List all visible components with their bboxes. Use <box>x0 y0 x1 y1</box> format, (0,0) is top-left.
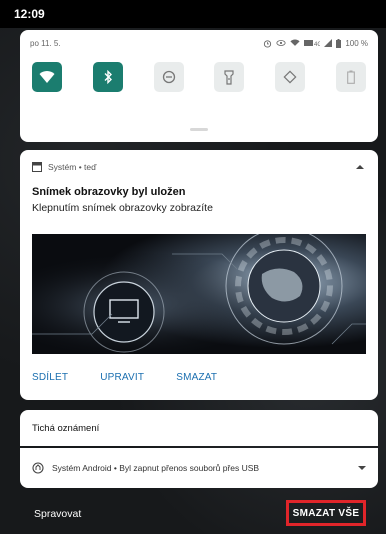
notification-header: Systém • teď <box>20 150 378 172</box>
flashlight-icon <box>224 69 234 85</box>
panel-drag-handle[interactable] <box>190 128 208 131</box>
wifi-tile[interactable] <box>32 62 62 92</box>
flashlight-tile[interactable] <box>214 62 245 92</box>
battery-saver-tile[interactable] <box>335 62 366 92</box>
eye-icon <box>276 40 286 46</box>
quick-settings-tiles <box>20 50 378 92</box>
edit-button[interactable]: UPRAVIT <box>100 372 144 383</box>
do-not-disturb-tile[interactable] <box>153 62 184 92</box>
manage-button[interactable]: Spravovat <box>34 508 81 520</box>
silent-notifications-header: Tichá oznámení <box>20 410 378 446</box>
share-button[interactable]: SDÍLET <box>32 372 68 383</box>
quick-settings-panel: po 11. 5. 4G 100 % <box>20 30 378 142</box>
preview-graphic <box>32 234 366 354</box>
battery-icon <box>336 38 342 48</box>
screenshot-preview-image[interactable] <box>32 234 366 354</box>
bluetooth-icon <box>104 70 112 84</box>
usb-notification[interactable]: Systém Android • Byl zapnut přenos soubo… <box>20 448 378 488</box>
clock: 12:09 <box>14 7 45 21</box>
battery-saver-icon <box>347 70 355 84</box>
date-label: po 11. 5. <box>30 38 61 48</box>
notification-actions: SDÍLET UPRAVIT SMAZAT <box>32 372 217 383</box>
clear-all-button[interactable]: SMAZAT VŠE <box>286 500 366 526</box>
wifi-status-icon <box>290 39 300 46</box>
battery-percent: 100 % <box>345 38 368 48</box>
bluetooth-tile[interactable] <box>92 62 123 92</box>
svg-text:4G: 4G <box>314 42 320 47</box>
notification-title: Snímek obrazovky byl uložen <box>32 186 186 198</box>
notification-text: Klepnutím snímek obrazovky zobrazíte <box>32 202 213 214</box>
network-icon: 4G <box>304 40 320 47</box>
notification-app-label: Systém • teď <box>48 162 97 172</box>
system-app-icon <box>32 162 42 172</box>
status-bar: 12:09 <box>0 0 386 28</box>
delete-button[interactable]: SMAZAT <box>176 372 217 383</box>
screenshot-notification[interactable]: Systém • teď Snímek obrazovky byl uložen… <box>20 150 378 400</box>
silent-header-label: Tichá oznámení <box>32 422 100 434</box>
status-icons: 4G 100 % <box>263 38 368 48</box>
alarm-icon <box>264 39 272 48</box>
collapse-chevron-icon[interactable] <box>356 164 364 170</box>
expand-chevron-icon[interactable] <box>358 465 366 471</box>
signal-icon <box>324 39 333 47</box>
usb-notification-text: Systém Android • Byl zapnut přenos soubo… <box>52 463 260 473</box>
android-system-icon <box>32 462 44 474</box>
quick-settings-header: po 11. 5. 4G 100 % <box>20 30 378 50</box>
do-not-disturb-icon <box>162 70 175 84</box>
wifi-icon <box>39 71 55 83</box>
auto-rotate-tile[interactable] <box>275 62 306 92</box>
auto-rotate-icon <box>283 70 297 84</box>
